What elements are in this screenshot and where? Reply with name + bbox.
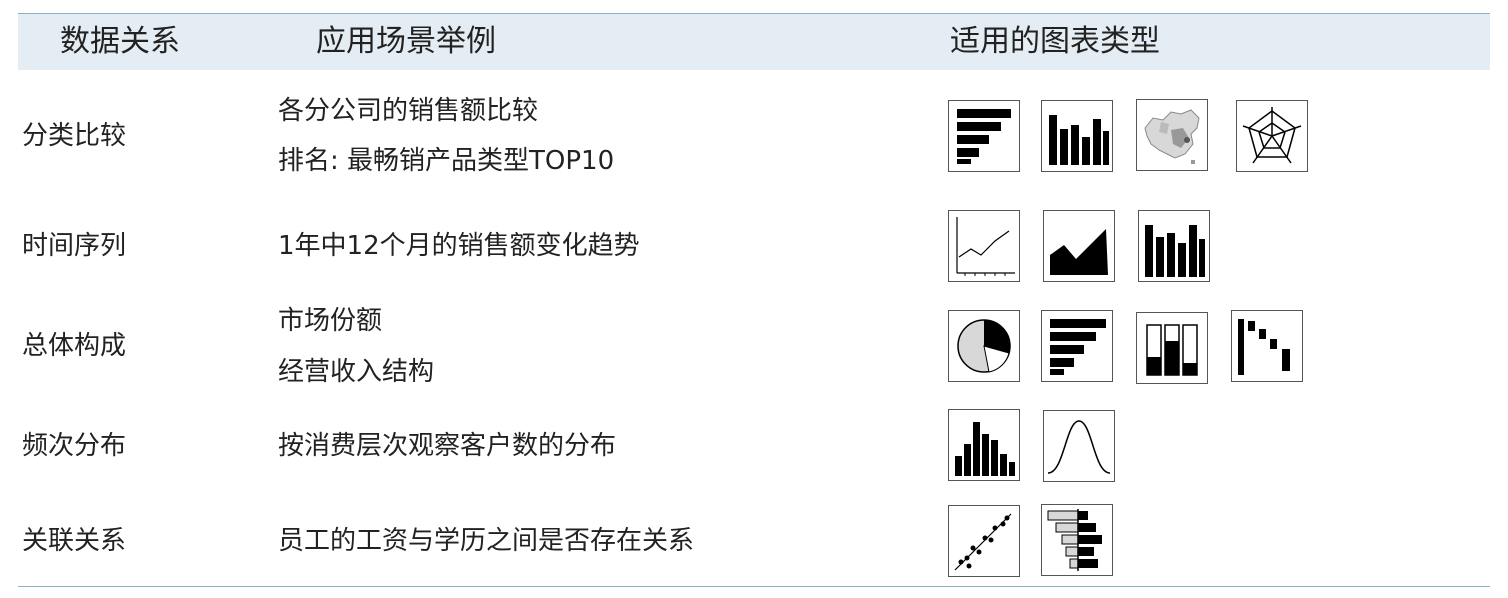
radar-chart-icon <box>1236 100 1308 172</box>
row-relation-label: 关联关系 <box>22 526 127 556</box>
column-chart-icon <box>1041 100 1113 172</box>
column-chart-icon <box>1138 210 1210 282</box>
header-scenario-example: 应用场景举例 <box>316 24 496 59</box>
pie-chart-icon <box>948 310 1020 382</box>
row-example: 1年中12个月的销售额变化趋势 <box>278 231 640 261</box>
horizontal-bar-chart-icon <box>1041 310 1113 382</box>
row-relation-label: 时间序列 <box>22 231 127 261</box>
line-chart-icon <box>948 210 1020 282</box>
scatter-plot-icon <box>948 505 1020 577</box>
china-map-icon <box>1136 99 1208 171</box>
row-example: 员工的工资与学历之间是否存在关系 <box>278 526 695 556</box>
table-bottom-rule <box>18 586 1490 587</box>
stacked-column-chart-icon <box>1136 312 1208 384</box>
row-relation-label: 频次分布 <box>22 431 127 461</box>
row-example: 按消费层次观察客户数的分布 <box>278 431 617 461</box>
table-header <box>18 14 1490 70</box>
header-chart-types: 适用的图表类型 <box>950 24 1160 59</box>
normal-distribution-curve-icon <box>1043 410 1115 482</box>
histogram-icon <box>948 409 1020 481</box>
row-example: 市场份额 <box>278 306 383 336</box>
area-chart-icon <box>1043 210 1115 282</box>
row-example: 各分公司的销售额比较 <box>278 96 539 126</box>
waterfall-chart-icon <box>1231 310 1303 382</box>
horizontal-bar-chart-icon <box>948 100 1020 172</box>
row-relation-label: 分类比较 <box>22 121 127 151</box>
header-data-relation: 数据关系 <box>60 24 180 59</box>
row-relation-label: 总体构成 <box>22 331 127 361</box>
row-example: 经营收入结构 <box>278 357 435 387</box>
population-pyramid-icon <box>1041 504 1113 576</box>
row-example: 排名: 最畅销产品类型TOP10 <box>278 146 615 176</box>
